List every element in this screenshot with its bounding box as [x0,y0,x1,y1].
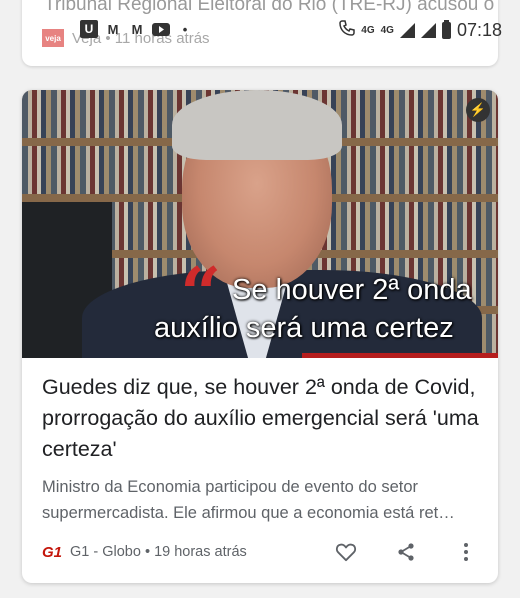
share-icon [398,543,414,561]
system-icons: 4G 4G 07:18 [339,20,502,41]
share-button[interactable] [394,540,418,564]
news-footer: G1 G1 - Globo • 19 horas atrás [42,540,482,564]
youtube-icon [152,20,170,38]
gmail-icon: M [107,21,119,37]
clock: 07:18 [456,20,502,40]
video-caption-line-1: Se houver 2ª onda [232,274,472,306]
person-hair [172,90,342,160]
video-caption-line-2: auxílio será uma certez [154,312,454,344]
g1-logo: G1 [42,543,63,561]
lower-third-bar [302,353,498,358]
status-bar: U M M • 4G 4G 07:18 [0,0,520,58]
like-button[interactable] [334,540,358,564]
phone-icon [339,20,356,41]
news-summary: Ministro da Economia participou de event… [42,478,455,522]
heart-icon [335,543,357,562]
amp-lightning-icon: ⚡ [466,98,490,122]
news-headline[interactable]: Guedes diz que, se houver 2ª onda de Cov… [42,372,482,465]
u-app-icon: U [80,20,98,38]
network-type-1: 4G [361,25,375,36]
source-meta: G1 - Globo • 19 horas atrás [70,544,247,560]
signal-icon [399,23,415,38]
notification-icons: U M M • [80,20,194,38]
more-options-button[interactable] [454,540,478,564]
battery-icon [441,20,451,39]
news-image[interactable]: ⚡ “ Se houver 2ª onda auxílio será uma c… [22,90,498,358]
gmail-icon: M [131,21,143,37]
network-type-2: 4G [380,25,394,36]
news-feed: Tribunal Regional Eleitoral do Rio (TRE-… [0,0,520,598]
dot-icon: • [182,21,188,37]
news-card[interactable]: ⚡ “ Se houver 2ª onda auxílio será uma c… [22,90,498,583]
signal-icon [420,23,436,38]
more-vert-icon [464,543,468,561]
